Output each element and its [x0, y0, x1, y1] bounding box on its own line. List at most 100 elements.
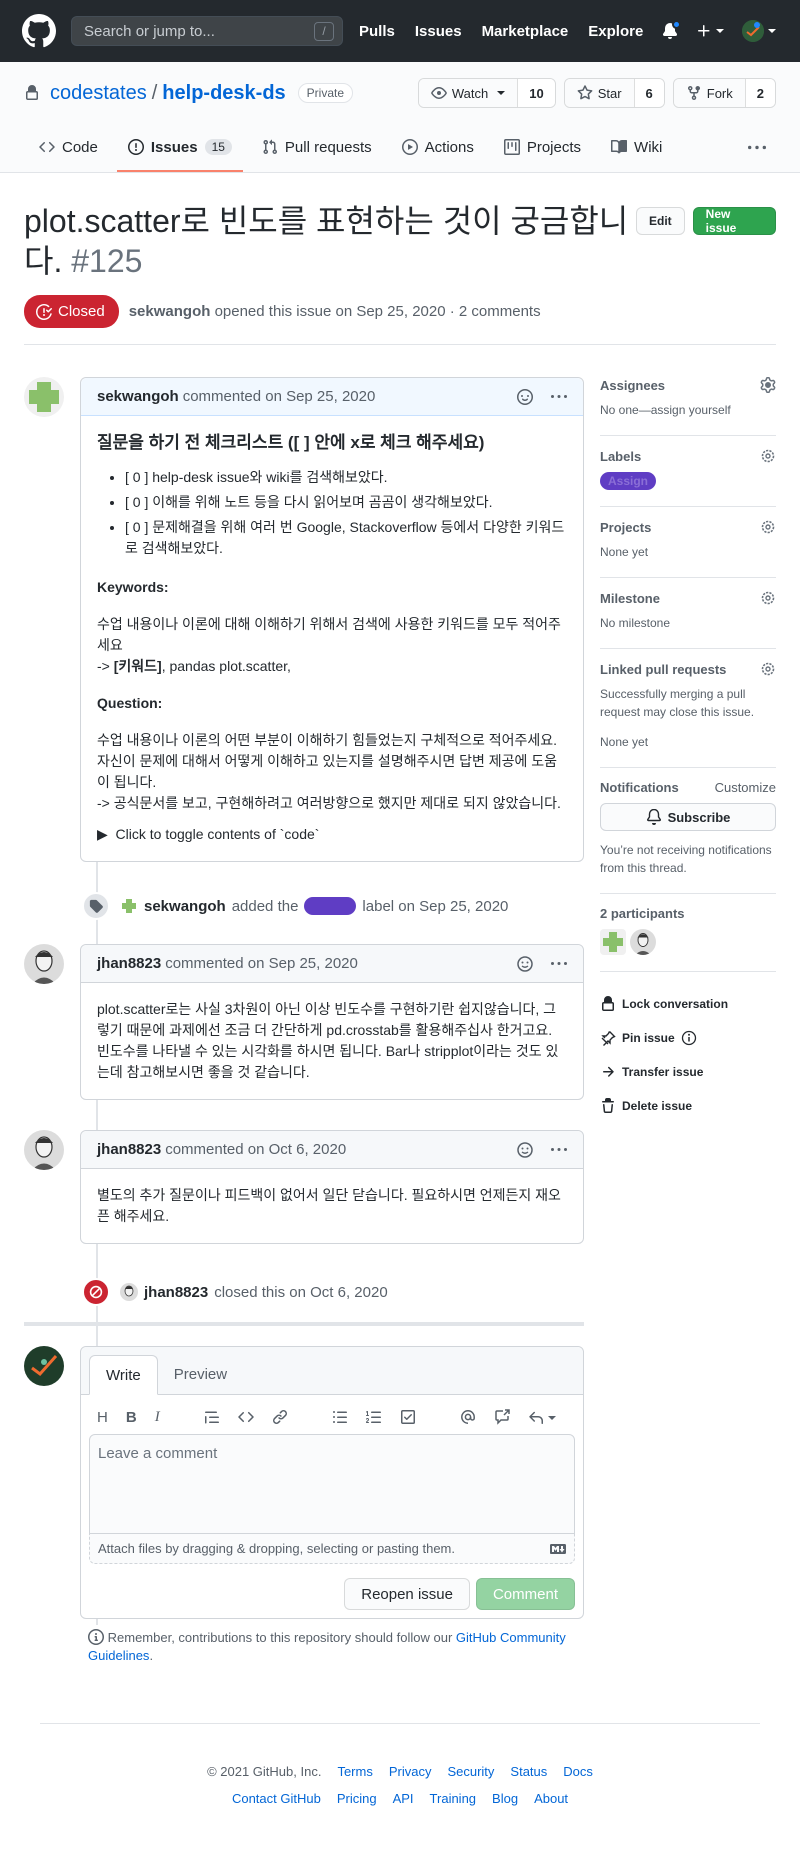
gear-icon[interactable]: [760, 590, 776, 606]
tasklist-icon[interactable]: [400, 1409, 416, 1425]
repo-owner-link[interactable]: codestates: [50, 82, 147, 105]
nav-marketplace[interactable]: Marketplace: [482, 23, 569, 40]
tab-pull-requests[interactable]: Pull requests: [251, 124, 383, 172]
event-actor[interactable]: sekwangoh: [144, 898, 226, 915]
comment-author[interactable]: jhan8823: [97, 955, 161, 972]
edit-button[interactable]: Edit: [636, 207, 685, 235]
smiley-icon[interactable]: [517, 955, 533, 972]
avatar[interactable]: [24, 1130, 64, 1170]
avatar[interactable]: [630, 929, 656, 955]
tab-preview[interactable]: Preview: [158, 1355, 243, 1394]
bold-icon[interactable]: B: [126, 1409, 137, 1426]
comment-author[interactable]: sekwangoh: [97, 388, 179, 405]
kebab-menu-icon[interactable]: [551, 389, 567, 405]
footer-link-contact[interactable]: Contact GitHub: [232, 1791, 321, 1806]
reopen-issue-button[interactable]: Reopen issue: [344, 1578, 470, 1610]
customize-link[interactable]: Customize: [715, 780, 776, 795]
nav-issues[interactable]: Issues: [415, 23, 462, 40]
avatar[interactable]: [120, 897, 138, 915]
markdown-icon[interactable]: [550, 1541, 566, 1557]
book-icon: [611, 139, 628, 154]
footer-link-terms[interactable]: Terms: [337, 1764, 372, 1779]
heading-icon[interactable]: H: [97, 1409, 108, 1426]
comment-date[interactable]: commented on Oct 6, 2020: [165, 1141, 346, 1158]
watch-count[interactable]: 10: [517, 79, 555, 107]
nav-explore[interactable]: Explore: [588, 23, 643, 40]
gear-icon[interactable]: [760, 377, 776, 393]
comment-date[interactable]: commented on Sep 25, 2020: [183, 388, 376, 405]
smiley-icon[interactable]: [517, 388, 533, 405]
comment-textarea[interactable]: Leave a comment: [89, 1434, 575, 1534]
tab-code[interactable]: Code: [28, 124, 109, 172]
tab-wiki[interactable]: Wiki: [600, 124, 673, 172]
footer-link-training[interactable]: Training: [430, 1791, 476, 1806]
tab-issues[interactable]: Issues 15: [116, 124, 243, 172]
comment-header: jhan8823 commented on Sep 25, 2020: [81, 945, 583, 983]
fork-button[interactable]: Fork: [673, 79, 745, 107]
watch-button[interactable]: Watch: [418, 79, 518, 107]
new-issue-button[interactable]: New issue: [692, 207, 776, 235]
attach-files-area[interactable]: Attach files by dragging & dropping, sel…: [89, 1534, 575, 1564]
comment-date[interactable]: commented on Sep 25, 2020: [165, 955, 358, 972]
footer-link-security[interactable]: Security: [447, 1764, 494, 1779]
info-icon[interactable]: [681, 1030, 697, 1046]
details-summary: Click to toggle contents of `code`: [115, 826, 320, 842]
delete-issue-link[interactable]: Delete issue: [600, 1098, 776, 1114]
reply-icon[interactable]: [528, 1409, 556, 1426]
event-actor[interactable]: jhan8823: [144, 1284, 208, 1301]
keywords-bold: [키워드]: [113, 658, 162, 674]
details-toggle[interactable]: ▶ Click to toggle contents of `code`: [97, 824, 567, 845]
quote-icon[interactable]: [204, 1409, 220, 1425]
avatar[interactable]: [24, 944, 64, 984]
notifications-bell-icon[interactable]: [662, 20, 681, 39]
transfer-issue-link[interactable]: Transfer issue: [600, 1064, 776, 1080]
footer-link-about[interactable]: About: [534, 1791, 568, 1806]
more-tabs-kebab-icon[interactable]: [748, 124, 772, 172]
tab-write[interactable]: Write: [89, 1355, 158, 1395]
footer-link-pricing[interactable]: Pricing: [337, 1791, 377, 1806]
smiley-icon[interactable]: [517, 1141, 533, 1158]
star-button[interactable]: Star: [564, 79, 634, 107]
cross-reference-icon[interactable]: [494, 1409, 510, 1425]
attach-text: Attach files by dragging & dropping, sel…: [98, 1541, 455, 1556]
tab-actions[interactable]: Actions: [391, 124, 485, 172]
kebab-menu-icon[interactable]: [551, 1142, 567, 1158]
user-menu[interactable]: [742, 20, 776, 42]
comment-author[interactable]: jhan8823: [97, 1141, 161, 1158]
label-pill[interactable]: [304, 897, 357, 915]
assign-yourself-link[interactable]: No one—assign yourself: [600, 401, 776, 419]
star-count[interactable]: 6: [633, 79, 664, 107]
gear-icon[interactable]: [760, 661, 776, 677]
footer-link-api[interactable]: API: [393, 1791, 414, 1806]
avatar[interactable]: [24, 377, 64, 417]
code-icon[interactable]: [237, 1409, 254, 1425]
kebab-menu-icon[interactable]: [551, 956, 567, 972]
footer-link-docs[interactable]: Docs: [563, 1764, 593, 1779]
link-icon[interactable]: [272, 1409, 288, 1425]
mention-icon[interactable]: [460, 1409, 476, 1425]
ordered-list-icon[interactable]: [365, 1409, 382, 1425]
footer-copyright: © 2021 GitHub, Inc.: [207, 1764, 322, 1779]
repo-name-link[interactable]: help-desk-ds: [162, 82, 285, 105]
unordered-list-icon[interactable]: [332, 1409, 348, 1425]
search-input[interactable]: Search or jump to... /: [71, 16, 343, 46]
italic-icon[interactable]: I: [155, 1409, 160, 1426]
avatar[interactable]: [600, 929, 626, 955]
comment-button[interactable]: Comment: [475, 1578, 575, 1610]
create-new-plus-icon[interactable]: [696, 23, 724, 39]
fork-count[interactable]: 2: [744, 79, 775, 107]
lock-conversation-link[interactable]: Lock conversation: [600, 996, 776, 1012]
nav-pulls[interactable]: Pulls: [359, 23, 395, 40]
github-logo-icon[interactable]: [22, 14, 56, 48]
footer-link-status[interactable]: Status: [510, 1764, 547, 1779]
issue-author-link[interactable]: sekwangoh: [129, 303, 211, 320]
tab-projects[interactable]: Projects: [493, 124, 592, 172]
footer-link-privacy[interactable]: Privacy: [389, 1764, 432, 1779]
gear-icon[interactable]: [760, 519, 776, 535]
subscribe-button[interactable]: Subscribe: [600, 803, 776, 831]
gear-icon[interactable]: [760, 448, 776, 464]
footer-link-blog[interactable]: Blog: [492, 1791, 518, 1806]
avatar[interactable]: [120, 1283, 138, 1301]
label-badge[interactable]: Assign: [600, 472, 657, 490]
pin-issue-link[interactable]: Pin issue: [600, 1030, 776, 1046]
